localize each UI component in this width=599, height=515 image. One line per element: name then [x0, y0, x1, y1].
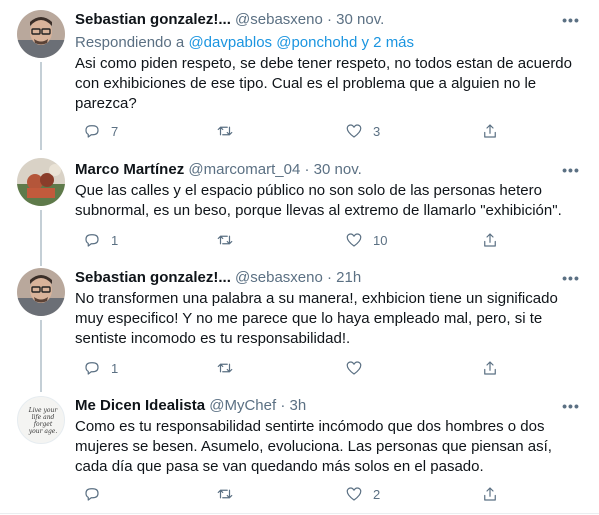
thread-line	[40, 62, 42, 150]
retweet-icon	[217, 235, 233, 245]
heart-icon	[346, 361, 362, 375]
reply-count: 1	[111, 360, 119, 376]
user-handle[interactable]: @MyChef	[209, 397, 276, 414]
display-name[interactable]: Me Dicen Idealista	[75, 397, 205, 414]
timestamp[interactable]: 21h	[336, 269, 361, 286]
user-handle[interactable]: @sebasxeno	[235, 11, 323, 28]
tweet-actions: 1	[75, 358, 515, 378]
share-button[interactable]	[481, 230, 499, 250]
heart-icon	[346, 124, 362, 138]
retweet-icon	[217, 489, 233, 499]
replying-more[interactable]: y 2 más	[357, 34, 415, 51]
conversation-thread: Sebastian gonzalez!... @sebasxeno · 30 n…	[0, 0, 599, 515]
reply-icon	[85, 125, 99, 138]
share-button[interactable]	[481, 484, 499, 504]
tweet[interactable]: Marco Martínez @marcomart_04 · 30 nov. •…	[0, 150, 599, 258]
timestamp[interactable]: 30 nov.	[314, 161, 362, 178]
retweet-button[interactable]	[216, 121, 244, 141]
thread-line	[40, 386, 42, 392]
reply-button[interactable]: 1	[83, 358, 118, 378]
like-count: 10	[373, 232, 388, 248]
thread-line	[40, 320, 42, 386]
tweet-actions: 1 10	[75, 230, 515, 250]
tweet-text: No transformen una palabra a su manera!,…	[75, 290, 558, 347]
tweet-text: Como es tu responsabilidad sentirte incó…	[75, 418, 552, 475]
avatar[interactable]	[17, 10, 65, 58]
retweet-button[interactable]	[216, 358, 244, 378]
tweet-text: Asi como piden respeto, se debe tener re…	[75, 55, 572, 112]
timestamp[interactable]: 30 nov.	[336, 11, 384, 28]
tweet[interactable]: Sebastian gonzalez!... @sebasxeno · 30 n…	[0, 0, 599, 150]
share-button[interactable]	[481, 121, 499, 141]
avatar-logo-text: Live your life and forget your age.	[28, 407, 58, 435]
thread-line	[40, 210, 42, 258]
display-name[interactable]: Sebastian gonzalez!...	[75, 269, 231, 286]
tweet-header: Sebastian gonzalez!... @sebasxeno · 21h	[75, 268, 559, 288]
tweet[interactable]: Live your life and forget your age. Me D…	[0, 386, 599, 515]
divider	[0, 513, 599, 514]
avatar[interactable]: Live your life and forget your age.	[17, 396, 65, 444]
tweet-header: Marco Martínez @marcomart_04 · 30 nov.	[75, 160, 559, 180]
more-options-icon[interactable]: •••	[561, 271, 581, 291]
reply-count: 7	[111, 123, 119, 139]
like-count: 2	[373, 486, 381, 502]
tweet[interactable]: Sebastian gonzalez!... @sebasxeno · 21h …	[0, 258, 599, 386]
retweet-icon	[217, 126, 233, 136]
separator-dot: ·	[327, 269, 332, 286]
heart-icon	[346, 233, 362, 247]
more-options-icon[interactable]: •••	[561, 163, 581, 183]
timestamp[interactable]: 3h	[290, 397, 307, 414]
reply-button[interactable]: 7	[83, 121, 118, 141]
user-handle[interactable]: @sebasxeno	[235, 269, 323, 286]
tweet-actions: 7 3	[75, 121, 515, 141]
separator-dot: ·	[327, 11, 332, 28]
separator-dot: ·	[304, 161, 310, 178]
like-button[interactable]: 2	[345, 484, 380, 504]
share-icon	[484, 124, 496, 138]
user-handle[interactable]: @marcomart_04	[188, 161, 300, 178]
share-icon	[484, 233, 496, 247]
tweet-actions: 2	[75, 484, 515, 504]
tweet-header: Me Dicen Idealista @MyChef · 3h	[75, 396, 559, 416]
display-name[interactable]: Sebastian gonzalez!...	[75, 11, 231, 28]
like-button[interactable]: 3	[345, 121, 380, 141]
thread-line	[40, 258, 42, 266]
display-name[interactable]: Marco Martínez	[75, 161, 184, 178]
retweet-icon	[217, 363, 233, 373]
more-options-icon[interactable]: •••	[561, 13, 581, 33]
reply-icon	[85, 488, 99, 501]
heart-icon	[346, 487, 362, 501]
replying-mentions[interactable]: @davpablos @ponchohd	[188, 34, 357, 51]
separator-dot: ·	[280, 397, 286, 414]
like-button[interactable]: 10	[345, 230, 387, 250]
share-icon	[484, 361, 496, 375]
tweet-text: Que las calles y el espacio público no s…	[75, 182, 562, 219]
share-icon	[484, 487, 496, 501]
reply-icon	[85, 234, 99, 247]
avatar[interactable]	[17, 268, 65, 316]
reply-button[interactable]	[83, 484, 111, 504]
reply-count: 1	[111, 232, 119, 248]
replying-to: Respondiendo a @davpablos @ponchohd y 2 …	[75, 33, 414, 53]
avatar[interactable]	[17, 158, 65, 206]
reply-icon	[85, 362, 99, 375]
retweet-button[interactable]	[216, 230, 244, 250]
reply-button[interactable]: 1	[83, 230, 118, 250]
retweet-button[interactable]	[216, 484, 244, 504]
more-options-icon[interactable]: •••	[561, 399, 581, 419]
tweet-header: Sebastian gonzalez!... @sebasxeno · 30 n…	[75, 10, 559, 30]
like-button[interactable]	[345, 358, 373, 378]
replying-prefix: Respondiendo a	[75, 34, 189, 51]
share-button[interactable]	[481, 358, 499, 378]
like-count: 3	[373, 123, 381, 139]
